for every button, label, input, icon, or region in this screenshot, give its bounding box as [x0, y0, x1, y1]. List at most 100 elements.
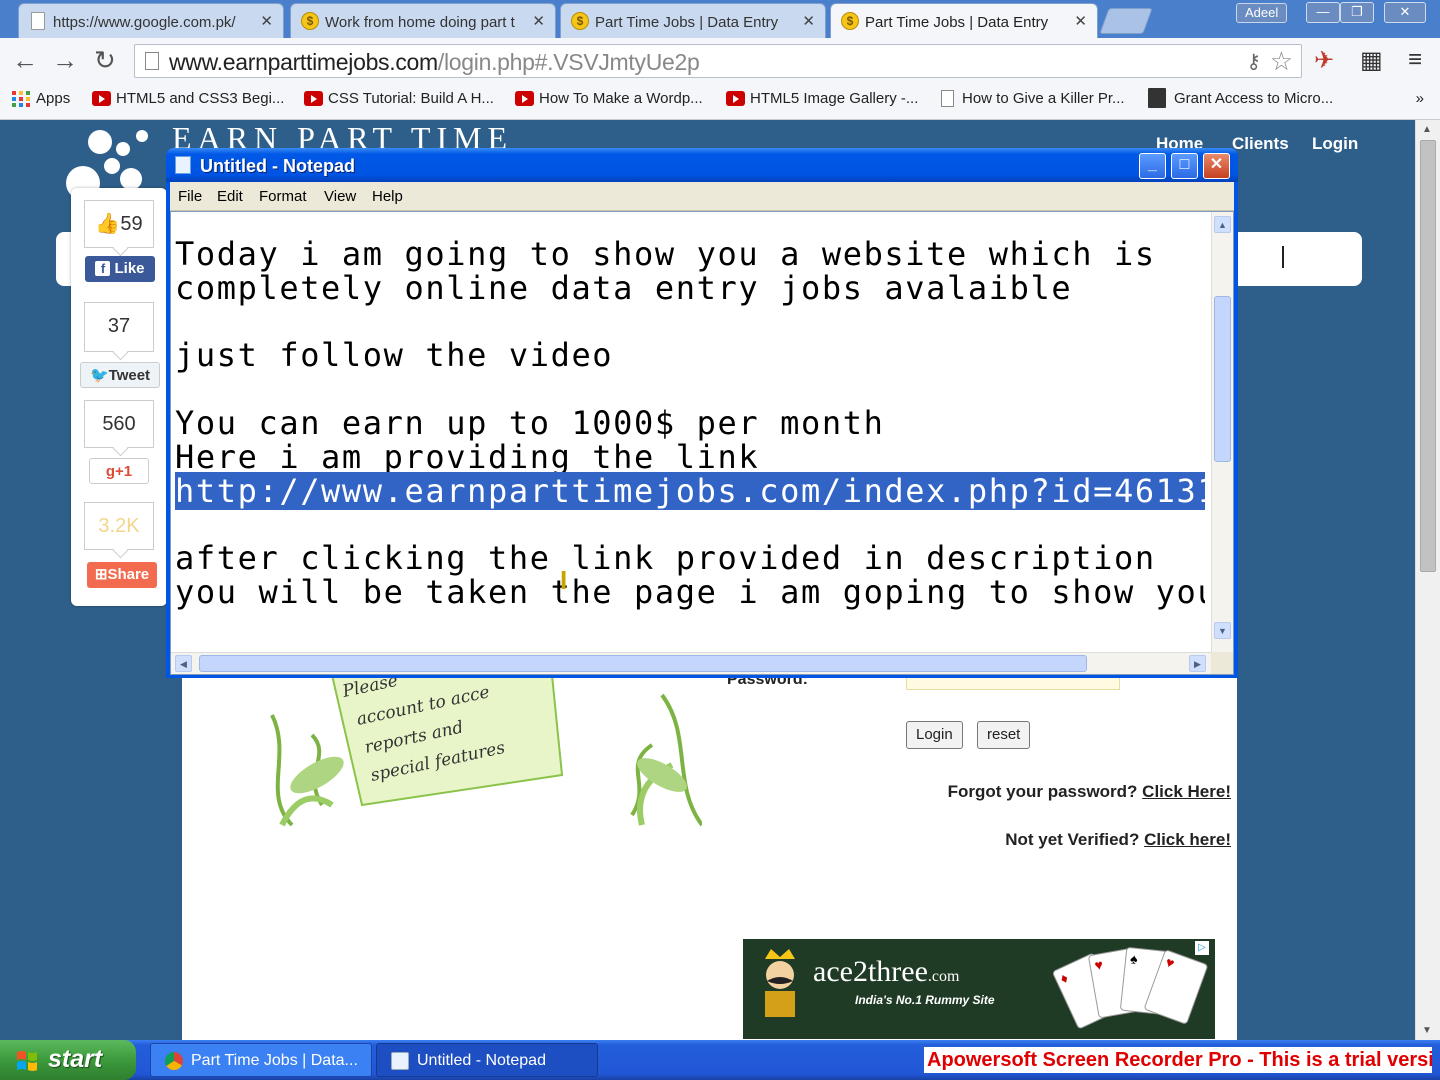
- maximize-icon[interactable]: □: [1171, 153, 1198, 179]
- start-button[interactable]: start: [0, 1040, 136, 1080]
- scroll-right-arrow-icon[interactable]: ▶: [1189, 655, 1206, 672]
- youtube-icon: [92, 91, 111, 106]
- windows-flag-icon: [17, 1051, 37, 1071]
- taskbar-item-label: Untitled - Notepad: [417, 1052, 546, 1069]
- share-label: Share: [107, 566, 150, 583]
- key-icon[interactable]: ⚷: [1246, 49, 1261, 74]
- bookmark-item[interactable]: HTML5 Image Gallery -...: [726, 90, 918, 107]
- close-icon[interactable]: ✕: [1384, 2, 1426, 23]
- address-bar[interactable]: www.earnparttimejobs.com/login.php#.VSVJ…: [134, 44, 1302, 78]
- notepad-text[interactable]: Today i am going to show you a website w…: [175, 238, 1205, 638]
- bookmark-label: Grant Access to Micro...: [1174, 90, 1334, 107]
- facebook-count: 59: [120, 213, 143, 235]
- browser-tab-active[interactable]: $ Part Time Jobs | Data Entry ✕: [830, 3, 1098, 38]
- notepad-line: you will be taken the page i am goping t…: [175, 572, 1205, 611]
- facebook-icon: f: [95, 261, 111, 276]
- nav-clients[interactable]: Clients: [1232, 134, 1289, 154]
- bookmark-item[interactable]: HTML5 and CSS3 Begi...: [92, 90, 284, 107]
- more-bookmarks-chevron[interactable]: »: [1416, 90, 1424, 107]
- twitter-bird-icon: 🐦: [89, 367, 109, 384]
- ad-brand-name: ace2three: [813, 955, 928, 988]
- film-extension-icon[interactable]: ▦: [1360, 46, 1383, 75]
- scrollbar-thumb[interactable]: [1420, 140, 1436, 572]
- forgot-password-line: Forgot your password? Click Here!: [948, 782, 1231, 802]
- taskbar-item-notepad[interactable]: Untitled - Notepad: [376, 1043, 598, 1077]
- share-button[interactable]: ⊞Share: [87, 562, 157, 588]
- minimize-icon[interactable]: —: [1306, 2, 1340, 23]
- bookmark-item[interactable]: CSS Tutorial: Build A H...: [304, 90, 494, 107]
- scroll-up-arrow-icon[interactable]: ▲: [1422, 124, 1432, 135]
- bookmark-item[interactable]: How To Make a Wordp...: [515, 90, 703, 107]
- tweet-button[interactable]: 🐦Tweet: [80, 362, 160, 388]
- minimize-icon[interactable]: _: [1139, 153, 1166, 179]
- browser-tab[interactable]: https://www.google.com.pk/ ✕: [18, 3, 284, 38]
- ad-banner[interactable]: ace2three.com India's No.1 Rummy Site ♦ …: [743, 939, 1215, 1039]
- scroll-left-arrow-icon[interactable]: ◀: [175, 655, 192, 672]
- bookmarks-bar: Apps HTML5 and CSS3 Begi... CSS Tutorial…: [0, 84, 1440, 120]
- start-label: start: [48, 1045, 103, 1073]
- adchoices-icon[interactable]: ▷: [1195, 941, 1209, 955]
- browser-tab-strip: https://www.google.com.pk/ ✕ $ Work from…: [0, 0, 1440, 38]
- youtube-icon: [515, 91, 534, 106]
- scroll-down-arrow-icon[interactable]: ▼: [1214, 622, 1231, 639]
- login-button[interactable]: Login: [906, 721, 963, 749]
- bookmark-label: HTML5 and CSS3 Begi...: [116, 90, 285, 107]
- menu-help[interactable]: Help: [372, 188, 403, 205]
- notepad-horizontal-scrollbar[interactable]: ◀ ▶: [171, 652, 1211, 674]
- browser-tab[interactable]: $ Part Time Jobs | Data Entry ✕: [560, 3, 826, 38]
- notepad-text-area[interactable]: Today i am going to show you a website w…: [170, 211, 1234, 675]
- page-icon: [31, 12, 45, 30]
- nav-login[interactable]: Login: [1312, 134, 1358, 154]
- menu-file[interactable]: File: [178, 188, 202, 205]
- gplus-label: +1: [115, 463, 133, 480]
- facebook-like-button[interactable]: f Like: [85, 256, 155, 282]
- profile-badge[interactable]: Adeel: [1236, 3, 1288, 23]
- forward-arrow-icon[interactable]: →: [52, 47, 78, 73]
- page-scrollbar[interactable]: ▲ ▼: [1415, 120, 1440, 1040]
- taskbar: start Part Time Jobs | Data... Untitled …: [0, 1040, 1440, 1080]
- address-url[interactable]: www.earnparttimejobs.com/login.php#.VSVJ…: [169, 49, 700, 76]
- tab-close-icon[interactable]: ✕: [532, 12, 545, 30]
- menu-icon[interactable]: ≡: [1408, 46, 1422, 74]
- forgot-password-link[interactable]: Click Here!: [1142, 782, 1231, 801]
- taskbar-item-chrome[interactable]: Part Time Jobs | Data...: [150, 1043, 372, 1077]
- bookmark-item[interactable]: Grant Access to Micro...: [1148, 88, 1334, 108]
- bookmark-label: How To Make a Wordp...: [539, 90, 703, 107]
- browser-tab[interactable]: $ Work from home doing part t ✕: [290, 3, 556, 38]
- flourish-note-graphic: Please account to acce reports and speci…: [270, 675, 702, 827]
- reset-button[interactable]: reset: [977, 721, 1031, 749]
- notepad-vertical-scrollbar[interactable]: ▲ ▼: [1211, 212, 1233, 652]
- bookmark-star-icon[interactable]: ☆: [1270, 46, 1293, 77]
- reload-icon[interactable]: ↻: [94, 47, 116, 73]
- page-icon: [145, 52, 159, 70]
- verify-link[interactable]: Click here!: [1144, 830, 1231, 849]
- tab-close-icon[interactable]: ✕: [260, 12, 273, 30]
- notepad-window: Untitled - Notepad _ □ ✕ File Edit Forma…: [166, 148, 1238, 678]
- menu-edit[interactable]: Edit: [217, 188, 243, 205]
- close-icon[interactable]: ✕: [1203, 153, 1230, 179]
- extension-icon[interactable]: ✈: [1314, 46, 1334, 75]
- notepad-title-bar[interactable]: Untitled - Notepad _ □ ✕: [166, 148, 1238, 182]
- new-tab-button[interactable]: [1099, 8, 1153, 34]
- gplus-button[interactable]: g+1: [89, 458, 149, 484]
- bookmark-item[interactable]: How to Give a Killer Pr...: [938, 90, 1125, 107]
- tweet-count-box: 37: [84, 302, 154, 352]
- scroll-down-arrow-icon[interactable]: ▼: [1422, 1025, 1432, 1036]
- back-arrow-icon[interactable]: ←: [12, 47, 38, 73]
- scroll-up-arrow-icon[interactable]: ▲: [1214, 216, 1231, 233]
- tab-close-icon[interactable]: ✕: [1074, 12, 1087, 30]
- scrollbar-thumb[interactable]: [1214, 296, 1231, 462]
- url-path: /login.php#.VSVJmtyUe2p: [437, 49, 700, 75]
- menu-view[interactable]: View: [324, 188, 356, 205]
- bookmark-apps[interactable]: Apps: [12, 90, 70, 107]
- scrollbar-thumb[interactable]: [199, 655, 1087, 672]
- menu-format[interactable]: Format: [259, 188, 307, 205]
- selected-link-text[interactable]: http://www.earnparttimejobs.com/index.ph…: [175, 471, 1205, 510]
- notepad-line: http://www.earnparttimejobs.com/index.ph…: [175, 471, 1205, 510]
- restore-icon[interactable]: ❐: [1340, 2, 1374, 23]
- resize-grip-icon[interactable]: [1211, 652, 1233, 674]
- coin-icon: $: [301, 12, 319, 30]
- coin-icon: $: [841, 12, 859, 30]
- gplus-icon: g: [105, 463, 116, 480]
- tab-close-icon[interactable]: ✕: [802, 12, 815, 30]
